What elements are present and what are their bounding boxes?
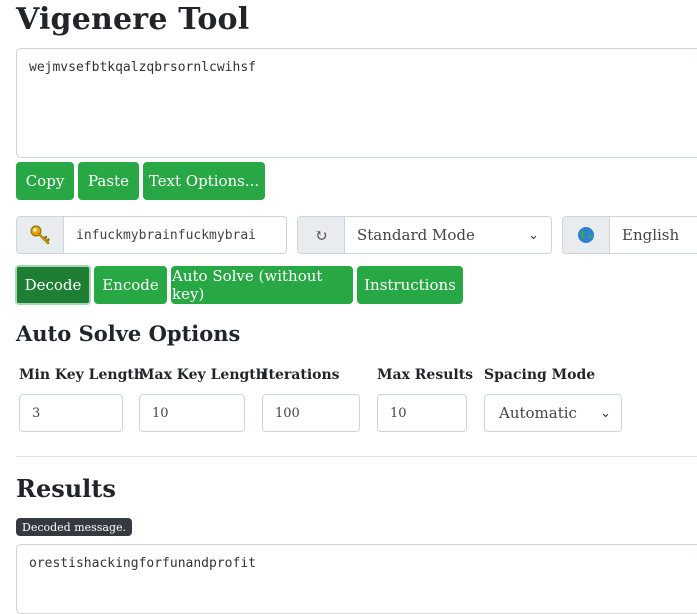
- auto-solve-heading: Auto Solve Options: [16, 321, 241, 346]
- max-results-label: Max Results: [377, 367, 474, 383]
- section-divider: [16, 456, 697, 457]
- spacing-mode-value: Automatic: [499, 404, 577, 422]
- min-key-length-input[interactable]: 3: [19, 394, 123, 432]
- iterations-value: 100: [275, 405, 300, 421]
- instructions-button[interactable]: Instructions: [357, 266, 463, 304]
- ciphertext-value: wejmvsefbtkqalzqbrsornlcwihsf: [29, 60, 256, 75]
- iterations-label: Iterations: [262, 367, 340, 383]
- encode-button[interactable]: Encode: [94, 266, 167, 304]
- chevron-down-icon: ⌄: [528, 227, 539, 243]
- decode-button[interactable]: Decode: [15, 265, 91, 305]
- mode-selected-value: Standard Mode: [357, 226, 475, 244]
- max-key-length-input[interactable]: 10: [139, 394, 245, 432]
- language-select-group: English: [562, 216, 697, 254]
- ciphertext-input[interactable]: wejmvsefbtkqalzqbrsornlcwihsf: [16, 48, 697, 158]
- spacing-mode-label: Spacing Mode: [484, 367, 596, 383]
- globe-icon: [563, 217, 610, 253]
- paste-button[interactable]: Paste: [78, 162, 139, 200]
- text-options-button[interactable]: Text Options...: [143, 162, 265, 200]
- spacing-mode-select[interactable]: Automatic ⌄: [484, 394, 622, 432]
- result-value: orestishackingforfunandprofit: [29, 556, 256, 571]
- language-selected-value: English: [622, 226, 680, 244]
- max-results-input[interactable]: 10: [377, 394, 467, 432]
- max-key-length-value: 10: [152, 405, 169, 421]
- auto-solve-button[interactable]: Auto Solve (without key): [171, 266, 353, 304]
- max-results-value: 10: [390, 405, 407, 421]
- mode-select[interactable]: Standard Mode ⌄: [345, 217, 551, 253]
- max-key-length-label: Max Key Length: [139, 367, 266, 383]
- key-icon: [17, 217, 64, 253]
- status-badge: Decoded message.: [16, 518, 133, 536]
- mode-select-group: ↻ Standard Mode ⌄: [297, 216, 552, 254]
- language-select[interactable]: English: [610, 217, 697, 253]
- results-heading: Results: [16, 474, 116, 503]
- chevron-down-icon: ⌄: [600, 405, 611, 421]
- result-output[interactable]: orestishackingforfunandprofit: [16, 544, 697, 614]
- iterations-input[interactable]: 100: [262, 394, 360, 432]
- page-title: Vigenere Tool: [16, 2, 250, 37]
- key-field[interactable]: infuckmybrainfuckmybrai: [64, 217, 286, 253]
- refresh-icon: ↻: [298, 217, 345, 253]
- min-key-length-label: Min Key Length: [19, 367, 145, 383]
- min-key-length-value: 3: [32, 405, 41, 421]
- key-input-group: infuckmybrainfuckmybrai: [16, 216, 287, 254]
- copy-button[interactable]: Copy: [16, 162, 74, 200]
